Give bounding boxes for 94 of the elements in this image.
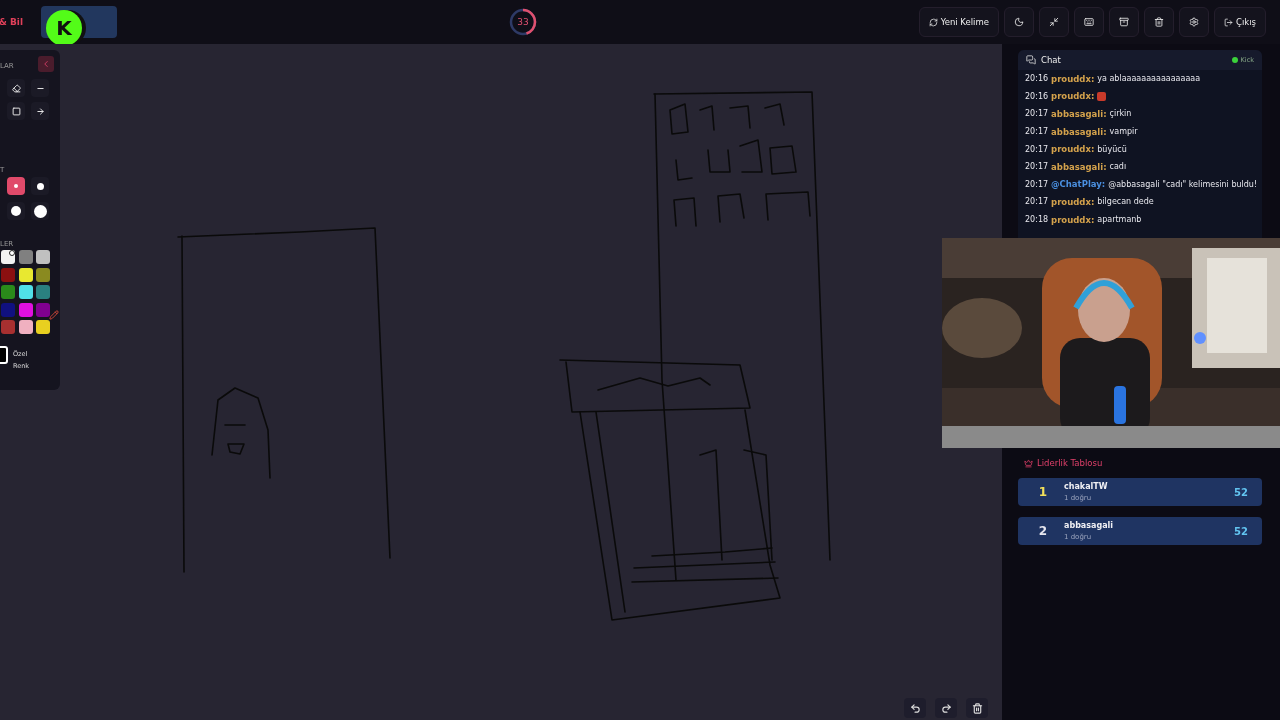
eraser-icon (11, 83, 21, 93)
player-score: 52 (1234, 486, 1248, 498)
size-dot-icon (36, 182, 44, 190)
message-text: vampir (1109, 127, 1138, 137)
message-text: ya ablaaaaaaaaaaaaaaaa (1097, 74, 1201, 84)
settings-icon (1189, 17, 1199, 27)
message-user: prouddx: (1051, 144, 1095, 155)
color-swatch[interactable] (1, 320, 15, 334)
message-text: büyücü (1097, 144, 1127, 154)
message-time: 20:18 (1025, 215, 1049, 225)
trash-icon (1154, 17, 1164, 27)
crown-icon (1024, 458, 1033, 468)
size-dot-icon (14, 184, 18, 188)
color-swatch[interactable] (36, 250, 50, 264)
color-swatch[interactable] (36, 320, 50, 334)
message-text: çirkin (1109, 109, 1132, 119)
message-user: abbasagali: (1051, 161, 1107, 172)
trash-button[interactable] (1144, 7, 1174, 37)
message-time: 20:17 (1025, 179, 1049, 189)
redo-icon (940, 702, 952, 714)
leaderboard-title: Liderlik Tablosu (1037, 458, 1103, 468)
compress-button[interactable] (1039, 7, 1069, 37)
message-time: 20:17 (1025, 109, 1049, 119)
color-swatch[interactable] (1, 267, 15, 282)
tool-button[interactable] (7, 79, 25, 97)
rank-number: 1 (1037, 485, 1049, 499)
pencil-icon (49, 310, 59, 320)
arrow-icon (35, 106, 45, 116)
message-time: 20:16 (1025, 91, 1049, 101)
moon-icon (1014, 17, 1024, 27)
chat-icon (1026, 55, 1036, 65)
selected-ring-icon (9, 250, 15, 256)
logout-button[interactable]: Çıkış (1214, 7, 1266, 37)
color-swatch[interactable] (36, 285, 50, 299)
size-dot-icon (33, 204, 47, 218)
color-swatch[interactable] (1, 250, 15, 264)
color-swatch[interactable] (18, 302, 33, 317)
message-user: prouddx: (1051, 73, 1095, 84)
keyboard-icon (1084, 17, 1094, 27)
message-time: 20:17 (1025, 197, 1049, 207)
color-swatch[interactable] (1, 285, 15, 299)
message-user: abbasagali: (1051, 126, 1107, 137)
brush-size-button[interactable] (7, 202, 25, 220)
new-word-button[interactable]: Yeni Kelime (918, 7, 999, 37)
brush-size-button[interactable] (31, 177, 49, 195)
tool-button[interactable] (31, 102, 49, 120)
message-time: 20:17 (1025, 162, 1049, 172)
app-title: & Bil (0, 17, 23, 27)
message-text: bilgecan dede (1097, 197, 1154, 207)
player-name: abbasagali (1064, 521, 1114, 530)
message-time: 20:17 (1025, 127, 1049, 137)
message-user: prouddx: (1051, 196, 1095, 207)
undo-button[interactable] (904, 698, 926, 718)
brush-size-button[interactable] (7, 177, 25, 195)
color-swatch[interactable] (18, 285, 33, 299)
undo-icon (909, 702, 921, 714)
clear-button[interactable] (966, 698, 988, 718)
timer-value: 33 (517, 17, 529, 27)
keyboard-button[interactable] (1074, 7, 1104, 37)
size-dot-icon (11, 206, 21, 216)
color-swatch[interactable] (18, 267, 33, 282)
color-swatch[interactable] (1, 302, 15, 317)
message-user: prouddx: (1051, 91, 1095, 102)
archive-icon (1119, 17, 1129, 27)
player-name: chakalTW (1064, 482, 1108, 491)
message-user: prouddx: (1051, 214, 1095, 225)
player-score: 52 (1234, 525, 1248, 537)
color-swatch[interactable] (36, 267, 50, 282)
chat-title: Chat (1041, 55, 1061, 65)
color-swatch[interactable] (18, 250, 33, 264)
exit-icon (1224, 17, 1233, 27)
message-text: @abbasagali "cadı" kelimesini buldu! (1108, 179, 1258, 189)
message-text: apartmanb (1097, 215, 1142, 225)
tool-button[interactable] (7, 102, 25, 120)
trash-icon (971, 702, 983, 714)
color-swatch[interactable] (36, 302, 50, 317)
color-swatch[interactable] (18, 320, 33, 334)
message-user: @ChatPlay: (1051, 179, 1106, 190)
square-icon (11, 106, 21, 116)
redo-button[interactable] (935, 698, 957, 718)
archive-button[interactable] (1109, 7, 1139, 37)
message-time: 20:17 (1025, 144, 1049, 154)
compress-icon (1049, 17, 1059, 27)
rank-number: 2 (1037, 524, 1049, 538)
message-user: abbasagali: (1051, 109, 1107, 119)
brush-size-button[interactable] (31, 202, 49, 220)
gear-button[interactable] (1179, 7, 1209, 37)
platform-logo: K (46, 10, 82, 46)
message-text: cadı (1109, 162, 1127, 172)
moon-button[interactable] (1004, 7, 1034, 37)
chevron-left-icon (41, 59, 51, 69)
message-time: 20:16 (1025, 74, 1049, 84)
emoji-icon (1097, 91, 1107, 101)
refresh-icon (928, 17, 938, 27)
